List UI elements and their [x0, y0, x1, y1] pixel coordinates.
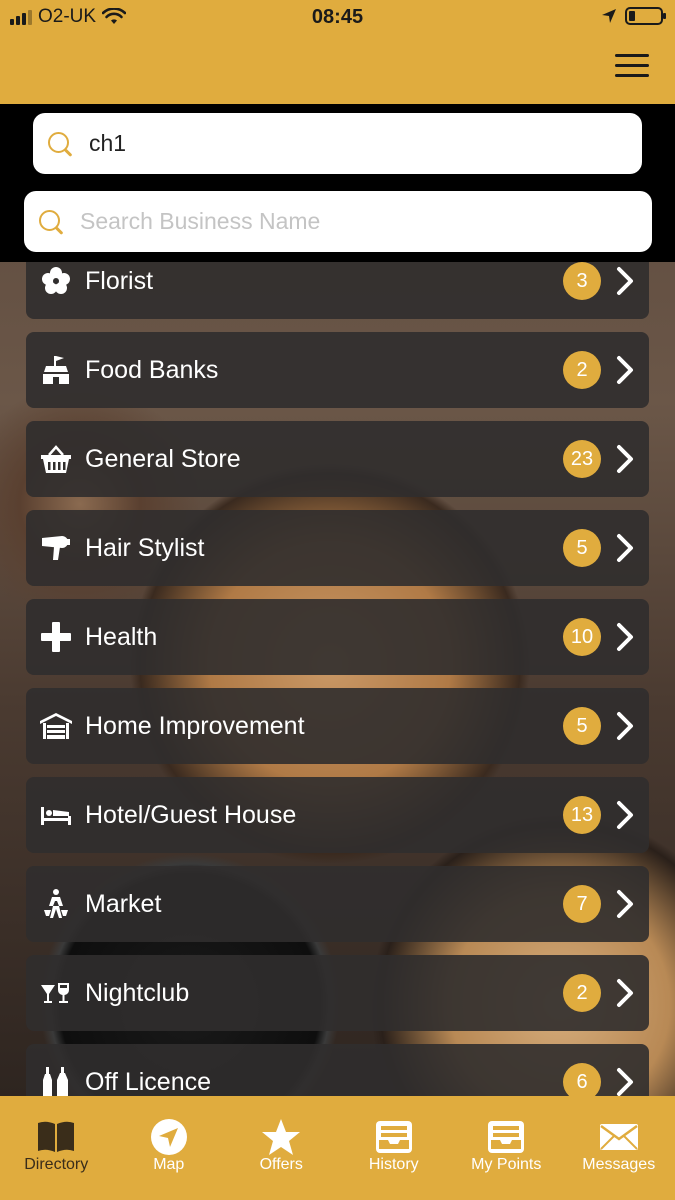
category-row-nightclub[interactable]: Nightclub 2 — [26, 955, 649, 1031]
category-label: Florist — [85, 266, 154, 295]
tray-icon — [486, 1120, 526, 1154]
category-label: Hair Stylist — [85, 533, 205, 562]
category-label: Food Banks — [85, 355, 219, 384]
bottles-icon — [40, 1066, 72, 1096]
search-icon — [38, 209, 64, 235]
tab-map[interactable]: Map — [113, 1096, 226, 1200]
count-badge: 2 — [563, 974, 601, 1012]
category-label: Market — [85, 889, 162, 918]
tab-bar: Directory Map Offers History My Points M… — [0, 1096, 675, 1200]
chevron-right-icon — [617, 979, 633, 1007]
star-icon — [261, 1119, 301, 1155]
category-row-home-improvement[interactable]: Home Improvement 5 — [26, 688, 649, 764]
clock: 08:45 — [311, 6, 364, 28]
chevron-right-icon — [617, 712, 633, 740]
business-search-field[interactable] — [24, 191, 652, 252]
category-row-food-banks[interactable]: Food Banks 2 — [26, 332, 649, 408]
chevron-right-icon — [617, 445, 633, 473]
tab-label: My Points — [471, 1156, 542, 1173]
category-row-general-store[interactable]: General Store 23 — [26, 421, 649, 497]
tray-icon — [374, 1120, 414, 1154]
basket-icon — [40, 443, 72, 475]
category-row-market[interactable]: Market 7 — [26, 866, 649, 942]
tab-label: Map — [153, 1156, 185, 1173]
count-badge: 7 — [563, 885, 601, 923]
glasses-icon — [40, 977, 72, 1009]
category-row-health[interactable]: Health 10 — [26, 599, 649, 675]
tab-directory[interactable]: Directory — [0, 1096, 113, 1200]
top-bar: O2-UK 08:45 — [0, 0, 675, 104]
category-label: General Store — [85, 444, 241, 473]
tab-label: Offers — [259, 1156, 303, 1173]
garage-icon — [40, 710, 72, 742]
chevron-right-icon — [617, 801, 633, 829]
tab-history[interactable]: History — [338, 1096, 451, 1200]
category-label: Nightclub — [85, 978, 190, 1007]
search-icon — [47, 131, 73, 157]
location-search-field[interactable] — [33, 113, 642, 174]
chevron-right-icon — [617, 356, 633, 384]
count-badge: 10 — [563, 618, 601, 656]
chevron-right-icon — [617, 890, 633, 918]
plus-icon — [40, 621, 72, 653]
battery-icon — [625, 7, 666, 25]
status-bar: O2-UK 08:45 — [0, 0, 675, 36]
tab-label: Messages — [582, 1156, 656, 1173]
category-label: Home Improvement — [85, 711, 305, 740]
location-search-input[interactable] — [89, 130, 609, 157]
category-list: Florist 3 Food Banks 2 General Store 23 — [26, 262, 649, 1096]
category-row-hotel-guest-house[interactable]: Hotel/Guest House 13 — [26, 777, 649, 853]
tab-label: Directory — [24, 1156, 89, 1173]
chevron-right-icon — [617, 1068, 633, 1096]
business-search-input[interactable] — [80, 208, 600, 235]
bed-icon — [40, 799, 72, 831]
book-icon — [36, 1120, 76, 1154]
chevron-right-icon — [617, 623, 633, 651]
tab-my-points[interactable]: My Points — [450, 1096, 563, 1200]
flower-icon — [40, 265, 72, 297]
count-badge: 23 — [563, 440, 601, 478]
tab-offers[interactable]: Offers — [225, 1096, 338, 1200]
envelope-icon — [599, 1120, 639, 1154]
chevron-right-icon — [617, 534, 633, 562]
hair-dryer-icon — [40, 532, 72, 564]
menu-button[interactable] — [615, 54, 649, 78]
category-row-hair-stylist[interactable]: Hair Stylist 5 — [26, 510, 649, 586]
tab-messages[interactable]: Messages — [563, 1096, 675, 1200]
location-arrow-icon — [602, 9, 616, 23]
count-badge: 13 — [563, 796, 601, 834]
category-label: Off Licence — [85, 1067, 212, 1096]
category-row-off-licence[interactable]: Off Licence 6 — [26, 1044, 649, 1096]
navigation-icon — [149, 1119, 189, 1155]
chevron-right-icon — [617, 267, 633, 295]
tab-label: History — [368, 1156, 419, 1173]
count-badge: 5 — [563, 529, 601, 567]
count-badge: 2 — [563, 351, 601, 389]
market-icon — [40, 888, 72, 920]
count-badge: 3 — [563, 262, 601, 300]
category-label: Health — [85, 622, 158, 651]
category-label: Hotel/Guest House — [85, 800, 297, 829]
count-badge: 5 — [563, 707, 601, 745]
category-row-florist[interactable]: Florist 3 — [26, 262, 649, 319]
count-badge: 6 — [563, 1063, 601, 1096]
food-bank-icon — [40, 354, 72, 386]
